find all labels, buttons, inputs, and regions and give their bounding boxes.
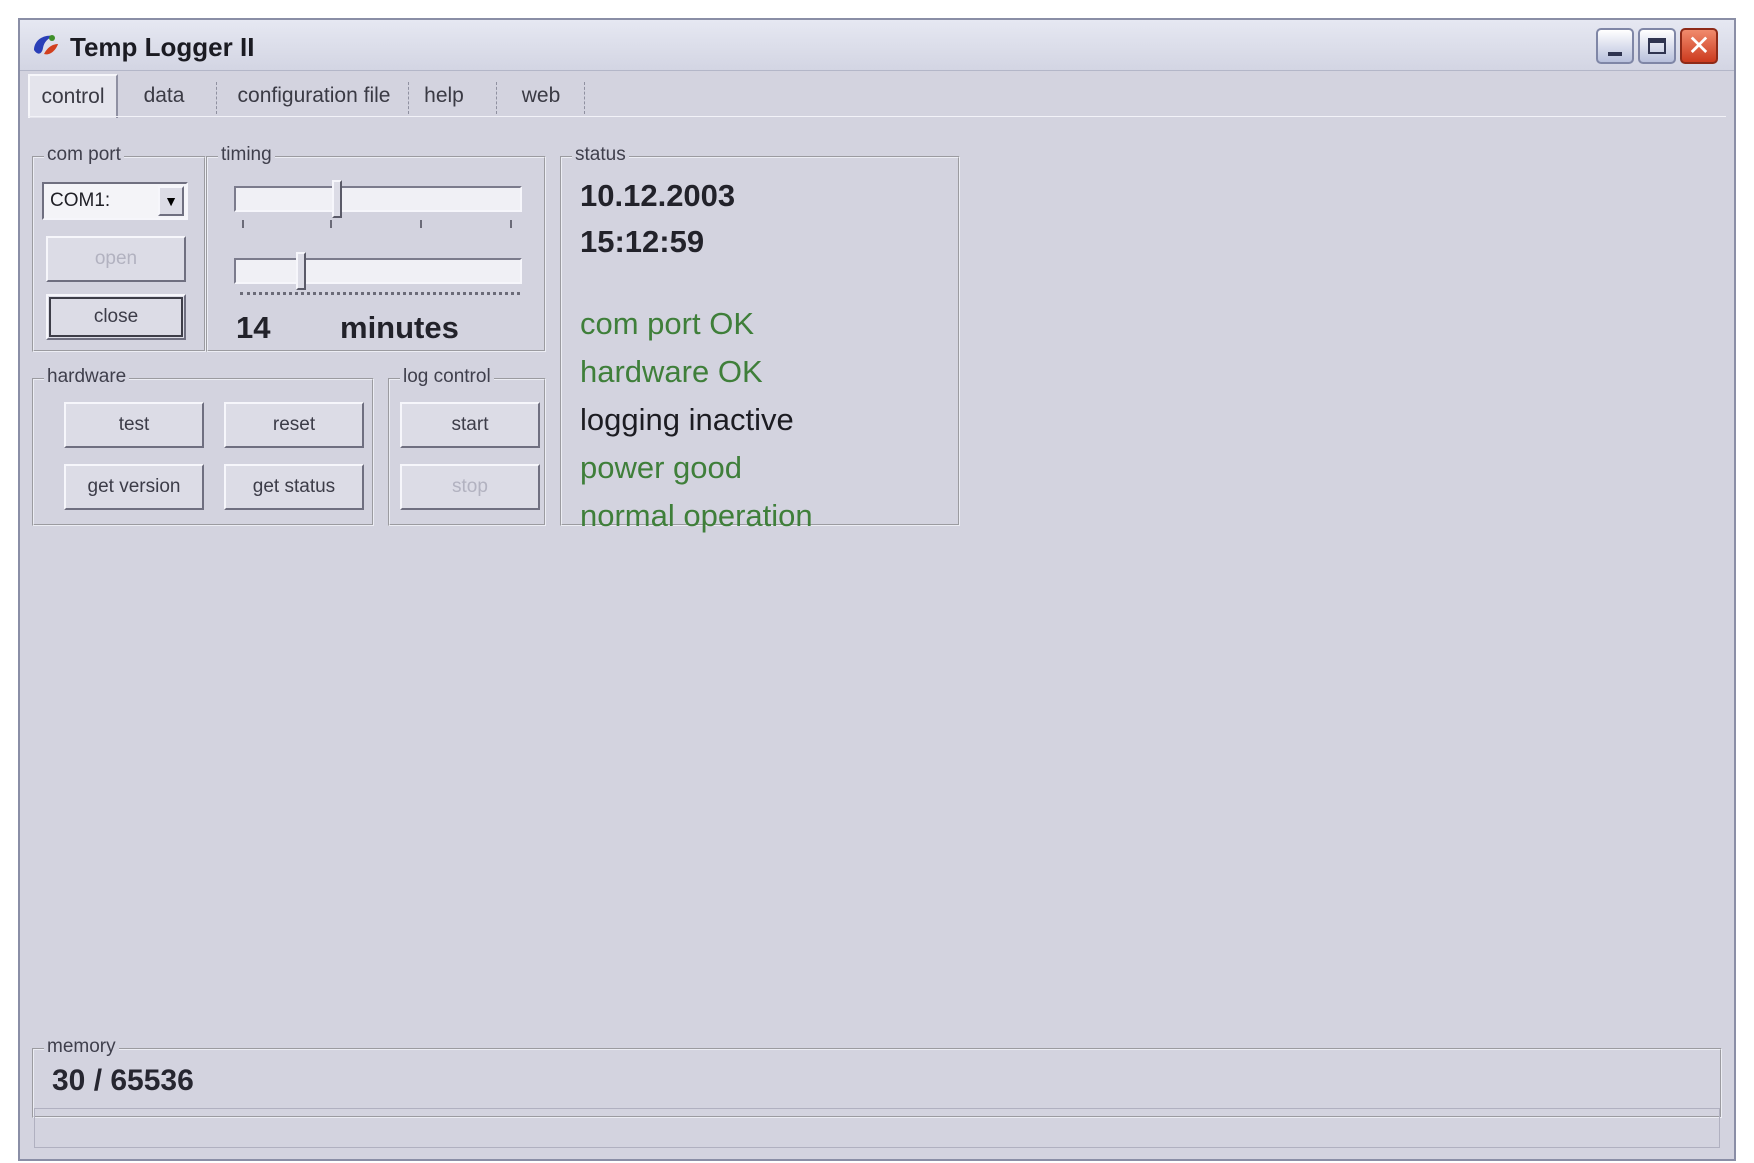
timing-slider-coarse-thumb[interactable] (332, 180, 342, 218)
status-date: 10.12.2003 (580, 178, 736, 213)
slider-tick (420, 220, 422, 228)
tab-configuration-file[interactable]: configuration file (224, 78, 404, 114)
timing-slider-coarse[interactable] (234, 186, 522, 212)
slider-tick (242, 220, 244, 228)
status-group: status 10.12.2003 15:12:59 com port OK ha… (560, 144, 960, 533)
status-message: logging inactive (580, 402, 794, 437)
slider-tick (330, 220, 332, 228)
status-message: normal operation (580, 498, 813, 533)
start-button[interactable]: start (400, 402, 540, 448)
stop-button[interactable]: stop (400, 464, 540, 510)
timing-slider-fine-ticks (240, 292, 520, 298)
maximize-button[interactable] (1638, 28, 1676, 64)
log-control-group: log control start stop (388, 366, 546, 526)
timing-slider-coarse-ticks (234, 220, 522, 230)
app-window: Temp Logger II ✕ control data configurat… (18, 18, 1736, 1161)
close-icon: ✕ (1687, 29, 1711, 62)
timing-unit: minutes (340, 310, 459, 345)
tab-separator (584, 82, 585, 114)
open-button[interactable]: open (46, 236, 186, 282)
close-port-button[interactable]: close (46, 294, 186, 340)
tab-separator (408, 82, 409, 114)
tab-separator (216, 82, 217, 114)
status-message: com port OK (580, 306, 754, 341)
minimize-icon (1608, 52, 1622, 56)
app-logo-icon (34, 35, 58, 55)
timing-label: timing (218, 144, 275, 166)
com-port-group: com port COM1: ▼ open close (32, 144, 206, 352)
window-title: Temp Logger II (70, 32, 255, 62)
status-bar (34, 1108, 1720, 1148)
memory-label: memory (44, 1036, 119, 1058)
status-message: power good (580, 450, 743, 485)
tab-data[interactable]: data (124, 78, 204, 114)
reset-button[interactable]: reset (224, 402, 364, 448)
tab-divider (28, 116, 1726, 117)
title-bar[interactable]: Temp Logger II ✕ (20, 20, 1734, 71)
test-button[interactable]: test (64, 402, 204, 448)
com-port-value: COM1: (50, 190, 111, 211)
get-version-button[interactable]: get version (64, 464, 204, 510)
close-button[interactable]: ✕ (1680, 28, 1718, 64)
tab-web[interactable]: web (506, 78, 576, 114)
tab-bar: control data configuration file help web (28, 74, 1726, 120)
timing-group: timing 14 minutes (206, 144, 546, 352)
tab-separator (496, 82, 497, 114)
chevron-down-icon[interactable]: ▼ (158, 186, 184, 216)
com-port-select[interactable]: COM1: ▼ (42, 182, 188, 220)
hardware-group: hardware test reset get version get stat… (32, 366, 374, 526)
log-control-label: log control (400, 366, 494, 388)
get-status-button[interactable]: get status (224, 464, 364, 510)
status-label: status (572, 144, 629, 166)
com-port-label: com port (44, 144, 124, 166)
hardware-label: hardware (44, 366, 130, 388)
tab-help[interactable]: help (414, 78, 474, 114)
maximize-icon (1648, 38, 1666, 54)
timing-slider-fine-thumb[interactable] (296, 252, 306, 290)
memory-value: 30 / 65536 (52, 1064, 194, 1097)
minimize-button[interactable] (1596, 28, 1634, 64)
status-message: hardware OK (580, 354, 763, 389)
status-time: 15:12:59 (580, 224, 705, 259)
timing-slider-fine[interactable] (234, 258, 522, 284)
slider-tick (510, 220, 512, 228)
timing-value: 14 (236, 310, 271, 345)
tab-control[interactable]: control (28, 74, 118, 118)
